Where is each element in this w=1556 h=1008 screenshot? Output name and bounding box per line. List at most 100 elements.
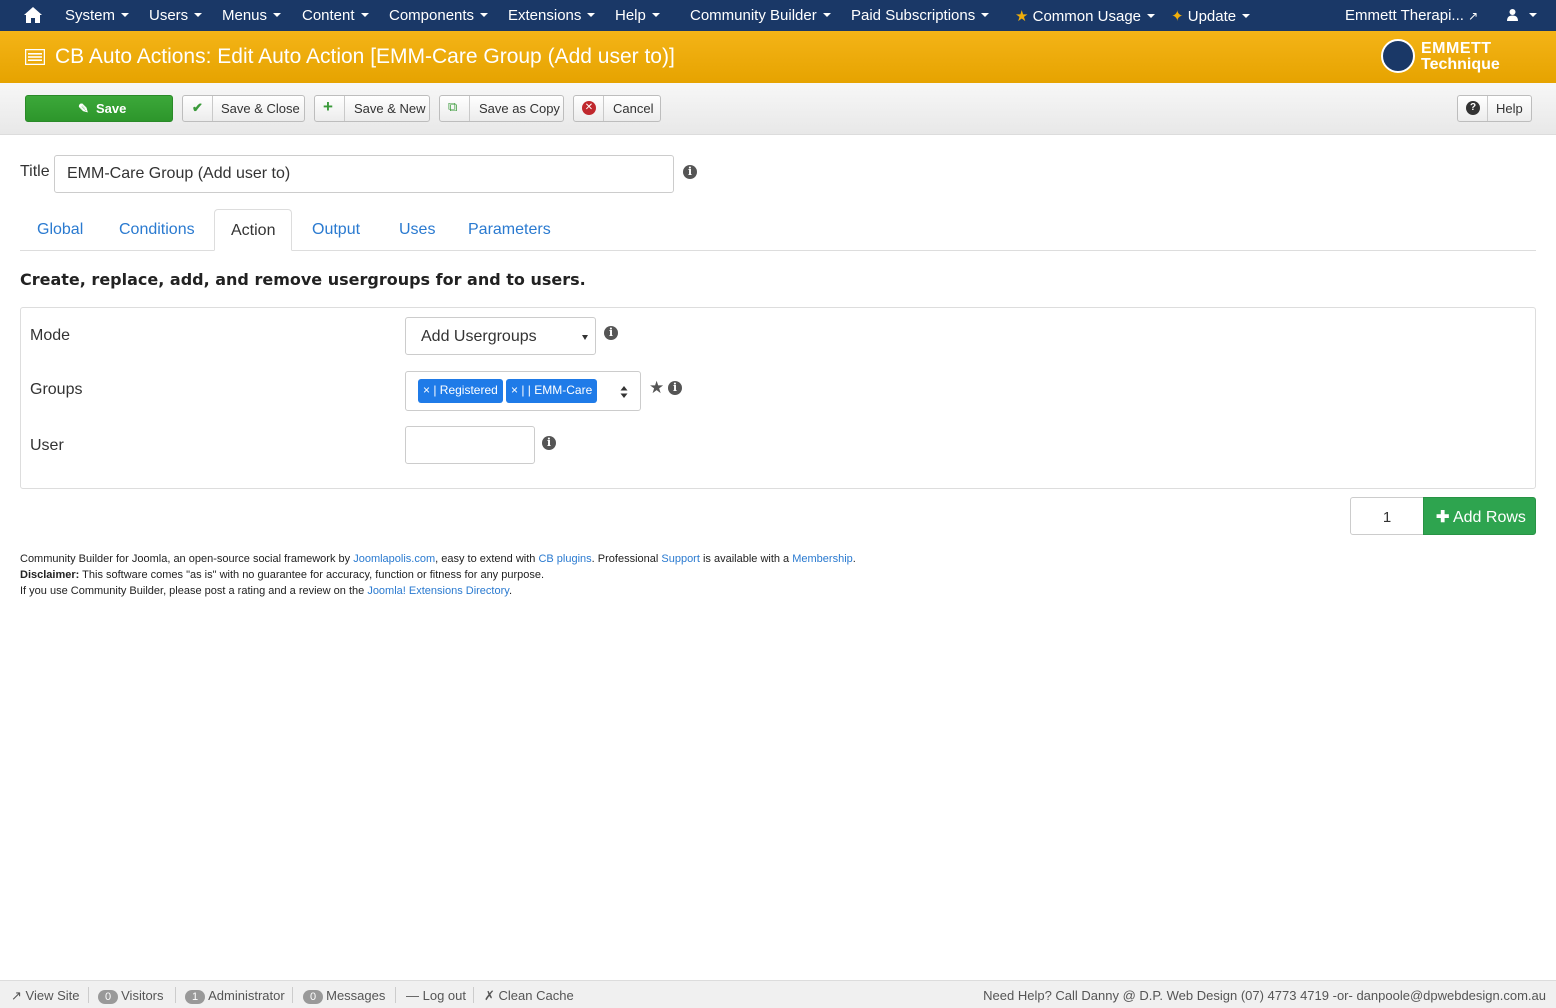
mode-select[interactable]: Add Usergroups (405, 317, 596, 355)
menu-system[interactable]: System (65, 7, 130, 24)
caret-down-icon (587, 13, 596, 17)
view-site-label: View Site (25, 988, 80, 1003)
info-icon[interactable]: i (604, 326, 618, 340)
emmett-logo: EMMETT Technique (1381, 39, 1511, 77)
menu-extensions[interactable]: Extensions (508, 7, 596, 24)
tab-conditions[interactable]: Conditions (119, 209, 195, 251)
user-label: User (30, 437, 64, 454)
save-button[interactable]: ✎ Save (25, 95, 173, 122)
info-icon[interactable]: i (542, 436, 556, 450)
star-icon[interactable]: ★ (649, 378, 664, 398)
tab-global[interactable]: Global (37, 209, 83, 251)
messages-link[interactable]: 0 Messages (303, 988, 385, 1004)
clean-cache-link[interactable]: ✗ Clean Cache (484, 988, 574, 1004)
menu-common-usage[interactable]: ★ Common Usage (1015, 7, 1156, 25)
title-input[interactable]: EMM-Care Group (Add user to) (54, 155, 674, 193)
action-description: Create, replace, add, and remove usergro… (20, 270, 586, 289)
joomlapolis-link[interactable]: Joomlapolis.com (353, 553, 435, 565)
caret-down-icon (360, 13, 369, 17)
groups-label: Groups (30, 381, 83, 398)
cancel-button[interactable]: ✕ Cancel (573, 95, 661, 122)
menu-components[interactable]: Components (389, 7, 489, 24)
menu-content[interactable]: Content (302, 7, 369, 24)
divider (292, 987, 293, 1003)
footer-text: Community Builder for Joomla, an open-so… (20, 553, 354, 565)
add-rows-label: Add Rows (1452, 509, 1526, 526)
star-icon: ★ (1015, 8, 1029, 25)
footer-text: If you use Community Builder, please pos… (20, 585, 368, 597)
menu-menus[interactable]: Menus (222, 7, 282, 24)
menu-paid-subscriptions[interactable]: Paid Subscriptions (851, 7, 990, 24)
title-label: Title (20, 163, 50, 180)
menu-community-builder[interactable]: Community Builder (690, 7, 831, 24)
menu-paid-subscriptions-label: Paid Subscriptions (851, 7, 976, 24)
copy-icon: ⧉ (440, 96, 470, 121)
footer-text: , easy to extend with (435, 553, 539, 565)
tab-parameters[interactable]: Parameters (468, 209, 551, 251)
rocket-icon: ✦ (1171, 8, 1184, 25)
logout-link[interactable]: — Log out (406, 988, 466, 1003)
info-icon[interactable]: i (668, 381, 682, 395)
menu-help[interactable]: Help (615, 7, 660, 24)
footer-line-2: Disclaimer: This software comes "as is" … (20, 569, 544, 581)
home-icon[interactable] (22, 5, 44, 25)
add-rows-button[interactable]: ✚ Add Rows (1423, 497, 1536, 535)
site-link[interactable]: Emmett Therapi... ↗ (1345, 7, 1478, 24)
top-navbar: System Users Menus Content Components Ex… (0, 0, 1556, 31)
membership-link[interactable]: Membership (792, 553, 853, 565)
save-copy-button[interactable]: ⧉ Save as Copy (439, 95, 564, 122)
info-icon[interactable]: i (683, 165, 697, 179)
administrator-link[interactable]: 1 Administrator (185, 988, 285, 1004)
disclaimer-text: This software comes "as is" with no guar… (79, 569, 545, 581)
status-bar: ↗ View Site 0 Visitors 1 Administrator 0 Me… (0, 980, 1556, 1008)
menu-common-usage-label: Common Usage (1032, 8, 1142, 25)
group-chip-emm-care[interactable]: × | | EMM-Care (506, 379, 598, 403)
menu-update[interactable]: ✦ Update (1171, 7, 1251, 25)
plus-icon: ✚ (1436, 509, 1450, 526)
list-icon (25, 49, 45, 65)
visitors-link[interactable]: 0 Visitors (98, 988, 164, 1004)
footer-text: . (852, 553, 856, 565)
footer-text: is available with a (699, 553, 793, 565)
title-bar: CB Auto Actions: Edit Auto Action [EMM-C… (0, 31, 1556, 83)
divider (88, 987, 89, 1003)
dropdown-arrow-icon (582, 335, 588, 340)
menu-extensions-label: Extensions (508, 7, 582, 24)
footer-line-3: If you use Community Builder, please pos… (20, 585, 512, 597)
menu-components-label: Components (389, 7, 475, 24)
view-site-link[interactable]: ↗ View Site (11, 988, 80, 1004)
menu-users[interactable]: Users (149, 7, 203, 24)
messages-label: Messages (326, 988, 386, 1003)
groups-multiselect[interactable]: × | Registered × | | EMM-Care (405, 371, 641, 411)
save-new-button[interactable]: + Save & New (314, 95, 430, 122)
admin-label: Administrator (208, 988, 285, 1003)
action-panel: Mode Add Usergroups i Groups × | Registe… (20, 307, 1536, 489)
group-chip-registered[interactable]: × | Registered (418, 379, 503, 403)
rows-count-input[interactable]: 1 (1350, 497, 1424, 535)
toolbar: ✎ Save ✔ Save & Close + Save & New ⧉ Sav… (0, 83, 1556, 135)
support-link[interactable]: Support (661, 553, 700, 565)
visitors-label: Visitors (121, 988, 164, 1003)
external-link-icon: ↗ (11, 988, 22, 1003)
site-name: Emmett Therapi... (1345, 7, 1464, 24)
menu-update-label: Update (1187, 8, 1237, 25)
user-menu[interactable] (1506, 7, 1537, 24)
check-icon: ✔ (183, 96, 213, 121)
help-label: Help (1496, 101, 1523, 116)
save-close-button[interactable]: ✔ Save & Close (182, 95, 305, 122)
cancel-label: Cancel (613, 101, 654, 116)
caret-down-icon (1242, 14, 1251, 18)
external-link-icon: ↗ (1468, 9, 1479, 23)
menu-community-builder-label: Community Builder (690, 7, 817, 24)
menu-content-label: Content (302, 7, 355, 24)
cb-plugins-link[interactable]: CB plugins (538, 553, 591, 565)
user-input[interactable] (405, 426, 535, 464)
caret-down-icon (1529, 13, 1537, 17)
tab-output[interactable]: Output (312, 209, 360, 251)
jed-link[interactable]: Joomla! Extensions Directory (367, 585, 509, 597)
tab-uses[interactable]: Uses (399, 209, 435, 251)
help-button[interactable]: ? Help (1457, 95, 1532, 122)
tab-action[interactable]: Action (214, 209, 293, 251)
footer-line-1: Community Builder for Joomla, an open-so… (20, 553, 856, 565)
divider (395, 987, 396, 1003)
